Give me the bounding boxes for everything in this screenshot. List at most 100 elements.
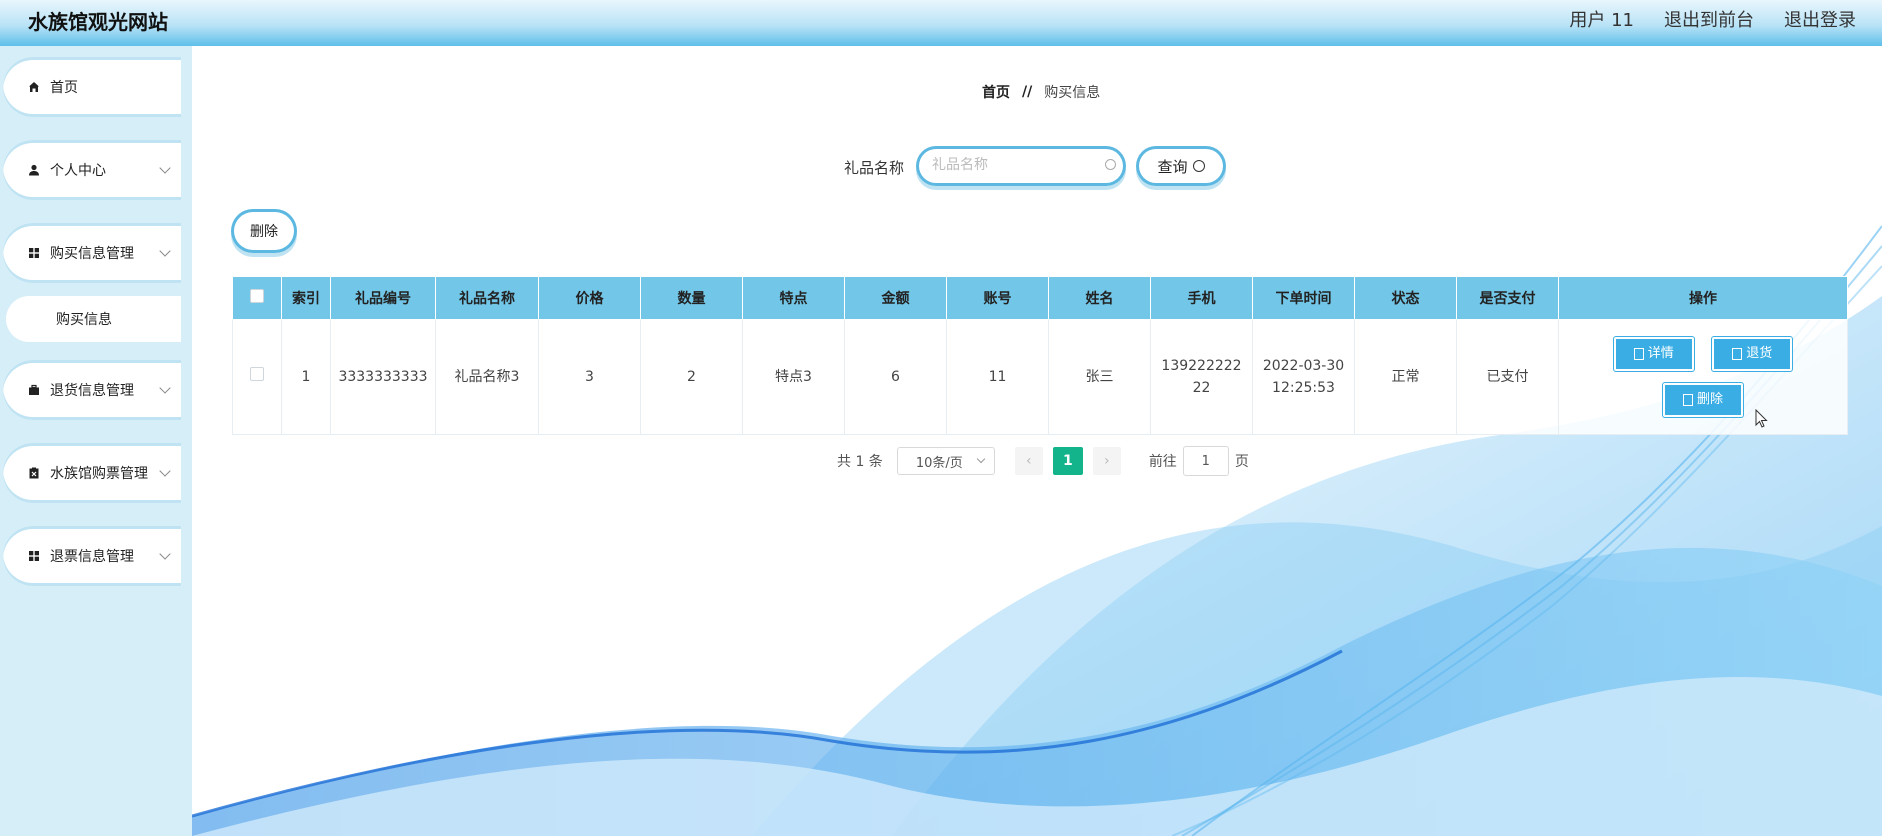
chevron-down-icon xyxy=(159,162,171,174)
column-header[interactable]: 礼品编号 xyxy=(330,276,436,320)
column-header[interactable]: 索引 xyxy=(281,276,331,320)
sidebar: 首页 个人中心 购买信息管理 购买信息 退货信息管理 水族馆购票管理 退票信息管… xyxy=(0,46,192,836)
column-header[interactable]: 下单时间 xyxy=(1252,276,1355,320)
cell-gift-name: 礼品名称3 xyxy=(435,319,539,435)
column-header[interactable]: 金额 xyxy=(844,276,947,320)
phone-line: 22 xyxy=(1192,380,1211,396)
cell-amount: 6 xyxy=(844,319,947,435)
sidebar-item-return-management[interactable]: 退货信息管理 xyxy=(3,360,181,420)
trash-icon xyxy=(1682,394,1693,406)
row-checkbox[interactable] xyxy=(250,367,264,381)
page-number-button[interactable]: 1 xyxy=(1052,447,1083,475)
chevron-down-icon xyxy=(159,548,171,560)
logout-link[interactable]: 退出登录 xyxy=(1784,6,1856,32)
column-header[interactable]: 数量 xyxy=(640,276,743,320)
row-delete-label: 删除 xyxy=(1696,392,1723,407)
cell-index: 1 xyxy=(281,319,331,435)
chevron-right-icon: › xyxy=(1104,453,1110,469)
back-to-front-link[interactable]: 退出到前台 xyxy=(1664,6,1754,32)
chevron-down-icon xyxy=(159,465,171,477)
row-select-cell xyxy=(232,319,282,435)
select-all-header xyxy=(232,276,282,320)
cell-feature: 特点3 xyxy=(742,319,845,435)
sidebar-item-purchase-management[interactable]: 购买信息管理 xyxy=(3,223,181,283)
document-icon xyxy=(1732,348,1743,360)
gift-name-search-input[interactable] xyxy=(930,156,1094,174)
table-header-row: 索引 礼品编号 礼品名称 价格 数量 特点 金额 账号 姓名 手机 下单时间 状… xyxy=(232,276,1848,320)
grid-icon xyxy=(29,248,39,258)
column-header[interactable]: 姓名 xyxy=(1048,276,1151,320)
header-links: 用户 11 退出到前台 退出登录 xyxy=(1569,6,1856,32)
sidebar-item-personal-center[interactable]: 个人中心 xyxy=(3,140,181,200)
sidebar-item-home[interactable]: 首页 xyxy=(3,57,181,117)
cell-paid: 已支付 xyxy=(1456,319,1559,435)
column-header[interactable]: 账号 xyxy=(946,276,1049,320)
return-button[interactable]: 退货 xyxy=(1712,337,1793,371)
sidebar-item-label: 退货信息管理 xyxy=(50,383,134,399)
next-page-button[interactable]: › xyxy=(1092,447,1121,475)
query-button-label: 查询 xyxy=(1157,157,1188,176)
page-size-value: 10条/页 xyxy=(915,455,963,471)
sidebar-item-ticket-management[interactable]: 水族馆购票管理 xyxy=(3,443,181,503)
mouse-cursor-icon xyxy=(1755,409,1768,428)
sidebar-item-label: 个人中心 xyxy=(50,163,106,179)
select-all-checkbox[interactable] xyxy=(250,289,264,303)
search-icon xyxy=(1105,159,1116,170)
user-name-link[interactable]: 用户 11 xyxy=(1569,6,1634,32)
sidebar-item-label: 首页 xyxy=(50,80,78,96)
column-header[interactable]: 手机 xyxy=(1150,276,1253,320)
cell-account: 11 xyxy=(946,319,1049,435)
column-header[interactable]: 是否支付 xyxy=(1456,276,1559,320)
purchase-table: 索引 礼品编号 礼品名称 价格 数量 特点 金额 账号 姓名 手机 下单时间 状… xyxy=(232,276,1848,435)
search-box xyxy=(916,146,1126,186)
return-button-label: 退货 xyxy=(1746,346,1773,361)
row-delete-button[interactable]: 删除 xyxy=(1663,383,1743,417)
goto-page-input[interactable] xyxy=(1182,446,1229,476)
column-header[interactable]: 价格 xyxy=(538,276,641,320)
batch-delete-button[interactable]: 删除 xyxy=(231,209,297,253)
page-size-select[interactable]: 10条/页 xyxy=(896,447,995,475)
column-header[interactable]: 特点 xyxy=(742,276,845,320)
site-title: 水族馆观光网站 xyxy=(28,10,168,34)
breadcrumb: 首页 // 购买信息 xyxy=(982,82,1100,102)
chevron-left-icon: ‹ xyxy=(1026,453,1032,469)
phone-line: 139222222 xyxy=(1161,358,1242,374)
pagination-total: 共 1 条 xyxy=(837,454,883,470)
sidebar-item-label: 水族馆购票管理 xyxy=(50,466,148,482)
sidebar-item-label: 退票信息管理 xyxy=(50,549,134,565)
order-date: 2022-03-30 xyxy=(1262,358,1345,374)
cell-status: 正常 xyxy=(1354,319,1457,435)
cell-actions: 详情 退货 删除 xyxy=(1558,319,1848,435)
briefcase-icon xyxy=(29,384,39,395)
chevron-down-icon xyxy=(976,454,986,464)
top-header: 水族馆观光网站 用户 11 退出到前台 退出登录 xyxy=(0,0,1882,46)
breadcrumb-separator: // xyxy=(1022,84,1033,100)
order-time: 12:25:53 xyxy=(1272,380,1335,396)
prev-page-button[interactable]: ‹ xyxy=(1014,447,1043,475)
sidebar-subitem-label: 购买信息 xyxy=(56,312,112,328)
query-button[interactable]: 查询 xyxy=(1136,146,1226,186)
cell-name: 张三 xyxy=(1048,319,1151,435)
page-suffix: 页 xyxy=(1234,454,1249,470)
clipboard-icon xyxy=(29,467,39,479)
search-icon xyxy=(1192,160,1205,172)
table-row: 1 3333333333 礼品名称3 3 2 特点3 6 11 张三 13922… xyxy=(232,319,1848,435)
sidebar-subitem-purchase-info[interactable]: 购买信息 xyxy=(6,296,181,342)
search-label: 礼品名称 xyxy=(844,159,905,177)
cell-quantity: 2 xyxy=(640,319,743,435)
grid-icon xyxy=(29,551,39,561)
column-header[interactable]: 状态 xyxy=(1354,276,1457,320)
column-header: 操作 xyxy=(1558,276,1848,320)
cell-price: 3 xyxy=(538,319,641,435)
column-header[interactable]: 礼品名称 xyxy=(435,276,539,320)
breadcrumb-home[interactable]: 首页 xyxy=(982,82,1010,102)
pagination: 共 1 条 10条/页 ‹ 1 › 前往 页 xyxy=(837,446,1249,476)
sidebar-item-label: 购买信息管理 xyxy=(50,246,134,262)
detail-button-label: 详情 xyxy=(1647,346,1674,361)
chevron-down-icon xyxy=(159,245,171,257)
detail-button[interactable]: 详情 xyxy=(1613,337,1694,371)
cell-order-time: 2022-03-30 12:25:53 xyxy=(1252,319,1355,435)
home-icon xyxy=(29,82,39,92)
sidebar-item-refund-management[interactable]: 退票信息管理 xyxy=(3,526,181,586)
goto-label: 前往 xyxy=(1148,454,1177,470)
